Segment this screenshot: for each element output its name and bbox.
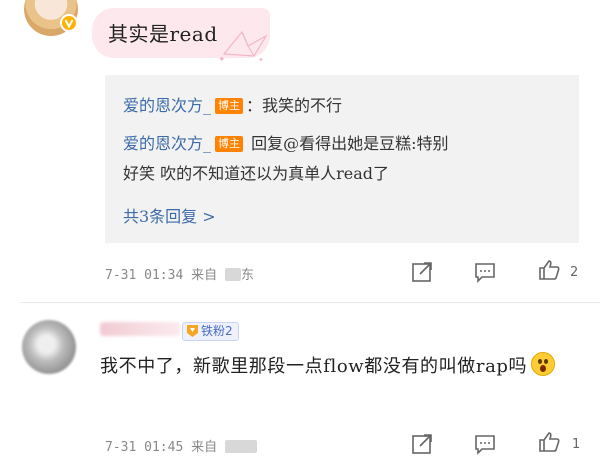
comment-meta: 7-31 01:45 来自 bbox=[105, 436, 257, 455]
source-label: 来自 bbox=[191, 268, 218, 283]
comment-meta: 7-31 01:34 来自 东 bbox=[105, 264, 254, 283]
fan-badge: 铁粉2 bbox=[182, 322, 239, 341]
avatar[interactable] bbox=[22, 320, 76, 374]
shocked-emoji-icon bbox=[531, 352, 556, 376]
more-replies-link[interactable]: 共3条回复 > bbox=[123, 203, 216, 227]
blurred-username[interactable] bbox=[100, 322, 180, 336]
like-icon[interactable] bbox=[537, 430, 561, 454]
blurred-source bbox=[224, 268, 241, 281]
host-badge: 博主 bbox=[215, 98, 244, 114]
comment-icon[interactable] bbox=[473, 432, 497, 456]
reply-text: 回复@看得出她是豆糕:特别 bbox=[246, 134, 449, 153]
blurred-source bbox=[224, 440, 257, 453]
source-label: 来自 bbox=[191, 440, 218, 455]
paper-crane-decoration-icon: ✦ ✦ bbox=[218, 30, 268, 64]
fan-badge-label: 铁粉2 bbox=[201, 324, 233, 338]
source-suffix: 东 bbox=[240, 268, 254, 283]
fan-badge-icon bbox=[187, 325, 198, 337]
comment-icon[interactable] bbox=[473, 260, 497, 284]
reply-text-continued: 好笑 吹的不知道还以为真单人read了 bbox=[123, 164, 389, 183]
like-count: 2 bbox=[570, 265, 579, 280]
reply-item[interactable]: 爱的恩次方_ 博主 ：我笑的不行 bbox=[123, 95, 563, 117]
comment-text: 其实是read bbox=[108, 22, 218, 46]
share-icon[interactable] bbox=[410, 260, 434, 284]
reply-username[interactable]: 爱的恩次方_ bbox=[123, 96, 211, 115]
share-icon[interactable] bbox=[410, 432, 434, 456]
reply-item[interactable]: 爱的恩次方_ 博主 回复@看得出她是豆糕:特别 bbox=[123, 133, 573, 155]
svg-text:✦: ✦ bbox=[218, 55, 226, 64]
divider bbox=[20, 302, 600, 303]
reply-username[interactable]: 爱的恩次方_ bbox=[123, 134, 211, 153]
timestamp: 7-31 01:45 bbox=[105, 440, 184, 455]
svg-text:✦: ✦ bbox=[258, 56, 264, 64]
comment-text: 我不中了，新歌里那段一点flow都没有的叫做rap吗 bbox=[100, 350, 580, 383]
reply-text: ：我笑的不行 bbox=[246, 96, 343, 115]
like-count: 1 bbox=[572, 437, 581, 452]
like-icon[interactable] bbox=[537, 258, 561, 282]
timestamp: 7-31 01:34 bbox=[105, 268, 184, 283]
verified-v-icon bbox=[60, 14, 78, 32]
host-badge: 博主 bbox=[215, 136, 244, 152]
